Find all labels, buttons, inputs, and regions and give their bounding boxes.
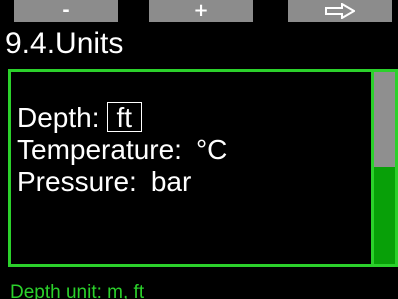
pressure-value: bar: [150, 166, 192, 197]
setting-row-depth[interactable]: Depth: ft: [17, 102, 227, 134]
temperature-label: Temperature:: [17, 134, 182, 165]
scrollbar[interactable]: [374, 69, 398, 267]
depth-value-selected[interactable]: ft: [106, 102, 143, 133]
increase-button[interactable]: +: [149, 0, 253, 22]
temperature-value: °C: [195, 134, 228, 165]
setting-row-pressure[interactable]: Pressure: bar: [17, 166, 227, 198]
settings-panel: Depth: ft Temperature: °C Pressure: bar: [8, 69, 374, 267]
depth-label: Depth:: [17, 102, 100, 133]
decrease-label: -: [62, 0, 70, 21]
setting-row-temperature[interactable]: Temperature: °C: [17, 134, 227, 166]
softkey-bar: - +: [0, 0, 398, 22]
page-title: 9.4.Units: [5, 27, 124, 60]
scrollbar-thumb[interactable]: [374, 72, 395, 167]
right-arrow-icon: [325, 3, 355, 19]
decrease-button[interactable]: -: [14, 0, 118, 22]
hint-text: Depth unit: m, ft: [10, 282, 145, 299]
increase-label: +: [193, 0, 209, 21]
pressure-label: Pressure:: [17, 166, 137, 197]
settings-list: Depth: ft Temperature: °C Pressure: bar: [17, 102, 227, 198]
next-button[interactable]: [288, 0, 392, 22]
